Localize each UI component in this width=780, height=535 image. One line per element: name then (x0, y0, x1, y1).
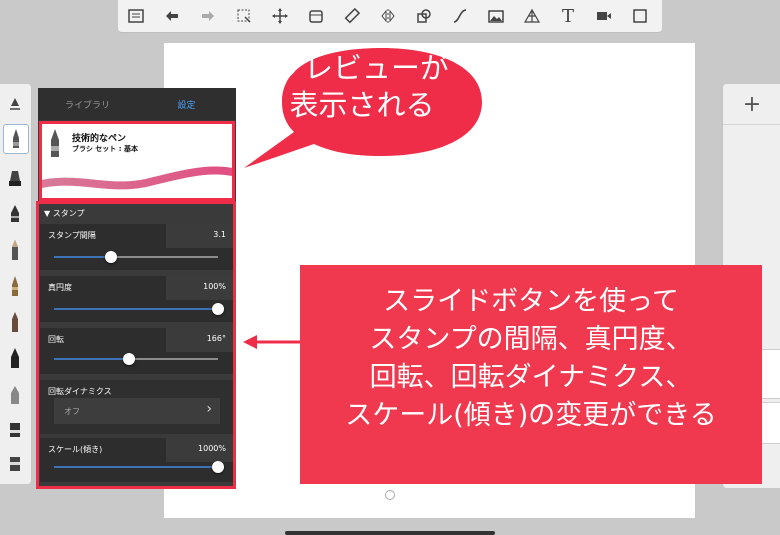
list-icon[interactable] (118, 1, 154, 31)
technical-pen-icon[interactable] (3, 124, 29, 154)
pencil-icon[interactable] (3, 236, 27, 264)
video-icon[interactable] (586, 1, 622, 31)
description-line-1: スライドボタンを使って (383, 286, 679, 317)
description-line-3: 回転、回転ダイナミクス、 (369, 362, 693, 393)
perspective-icon[interactable] (514, 1, 550, 31)
fullscreen-icon[interactable] (622, 1, 658, 31)
airbrush-icon[interactable] (3, 380, 27, 408)
description-line-2: スタンプの間隔、真円度、 (369, 324, 693, 355)
redo-icon[interactable] (190, 1, 226, 31)
description-text: スライドボタンを使って スタンプの間隔、真円度、 回転、回転ダイナミクス、 スケ… (300, 283, 762, 435)
marker-icon[interactable] (3, 164, 27, 192)
callout-line-2: 表示される (289, 88, 435, 122)
brush-size-icon[interactable] (3, 90, 27, 118)
description-line-4: スケール(傾き)の変更ができる (345, 400, 717, 431)
blender-icon[interactable] (3, 450, 27, 478)
ruler-icon[interactable] (334, 1, 370, 31)
callout-line-1: プレビューが (274, 51, 449, 85)
layer-icon[interactable] (298, 1, 334, 31)
symmetry-icon[interactable] (370, 1, 406, 31)
brush-icon-3[interactable] (3, 308, 27, 336)
add-layer-button[interactable]: + (735, 90, 769, 118)
brush-panel-tabs: ライブラリ 設定 (38, 88, 236, 120)
top-toolbar: T (118, 0, 662, 33)
tab-library[interactable]: ライブラリ (38, 88, 137, 120)
callout-text: プレビューが 表示される (262, 50, 462, 124)
select-icon[interactable] (226, 1, 262, 31)
brush-tool-strip (0, 84, 32, 484)
stamp-settings-highlight-frame (36, 201, 236, 489)
layer-panel-divider (723, 124, 780, 125)
home-indicator (285, 531, 495, 535)
text-icon[interactable]: T (550, 1, 586, 31)
page-indicator (385, 490, 395, 500)
text-tool-glyph: T (561, 5, 574, 27)
transform-icon[interactable] (262, 1, 298, 31)
eraser-icon[interactable] (3, 416, 27, 444)
description-box: スライドボタンを使って スタンプの間隔、真円度、 回転、回転ダイナミクス、 スケ… (300, 265, 762, 484)
shape-icon[interactable] (406, 1, 442, 31)
undo-icon[interactable] (154, 1, 190, 31)
tab-settings[interactable]: 設定 (137, 88, 236, 120)
brush-icon-2[interactable] (3, 272, 27, 300)
left-arrow-icon (243, 335, 301, 349)
curve-icon[interactable] (442, 1, 478, 31)
preview-highlight-frame (39, 121, 235, 201)
brush-icon-4[interactable] (3, 344, 27, 372)
image-icon[interactable] (478, 1, 514, 31)
inking-pen-icon[interactable] (3, 200, 27, 228)
